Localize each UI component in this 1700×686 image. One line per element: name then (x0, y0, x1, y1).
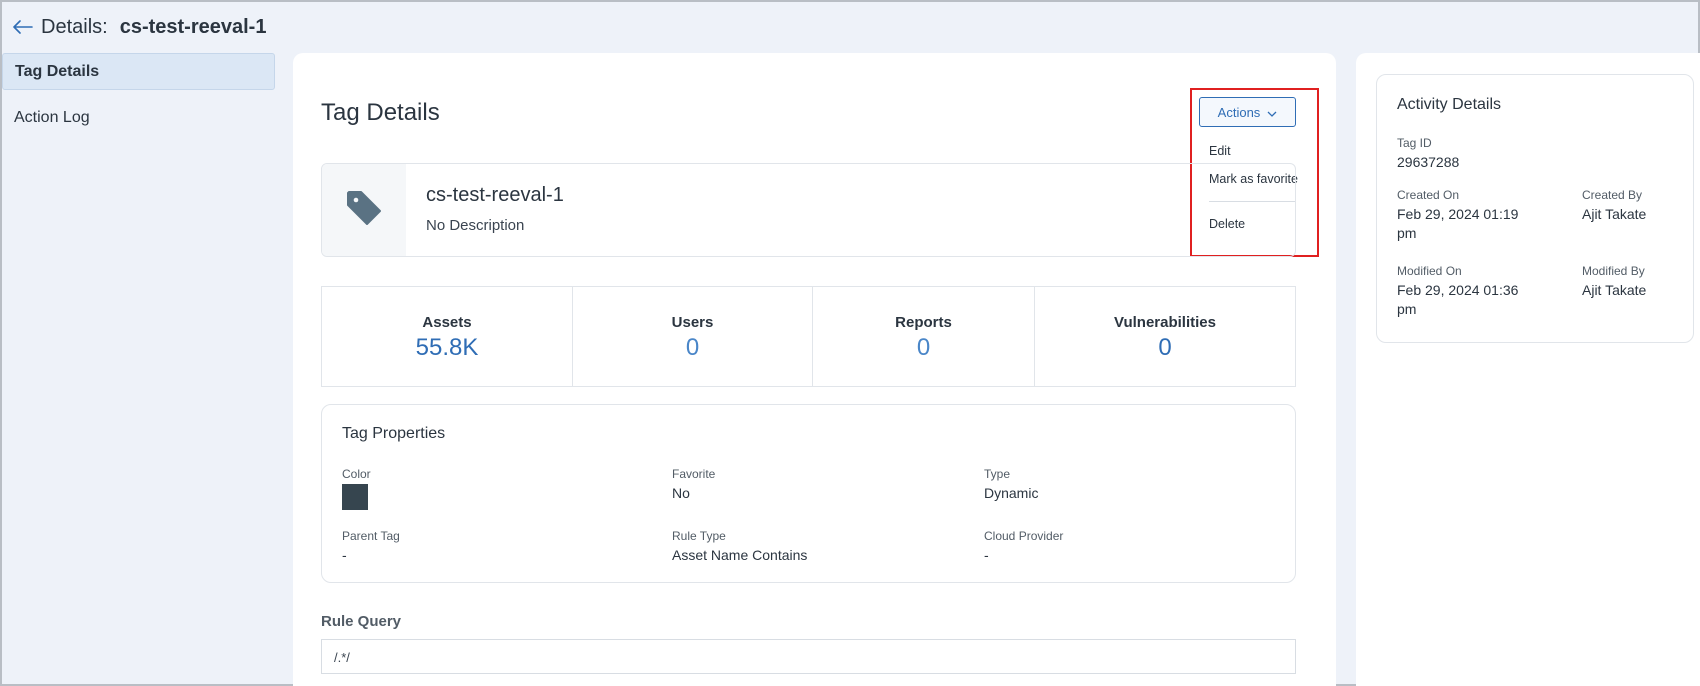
sidebar-item-tag-details[interactable]: Tag Details (2, 53, 275, 90)
prop-cloud-provider: Cloud Provider - (984, 529, 1063, 563)
activity-created-on: Created On Feb 29, 2024 01:19 pm (1397, 188, 1537, 243)
act-label: Modified By (1582, 264, 1645, 278)
act-value: Ajit Takate (1582, 206, 1647, 222)
tag-properties-card: Tag Properties Color Favorite No Type Dy… (321, 404, 1296, 583)
page-header: Details: cs-test-reeval-1 (13, 12, 266, 42)
stat-value[interactable]: 0 (1158, 334, 1171, 362)
prop-color: Color (342, 467, 371, 510)
properties-title: Tag Properties (342, 425, 446, 442)
stat-vulnerabilities[interactable]: Vulnerabilities 0 (1035, 287, 1295, 386)
actions-button-label: Actions (1217, 104, 1261, 120)
prop-label: Favorite (672, 467, 716, 481)
tag-icon-container (322, 164, 406, 256)
main-panel: Tag Details Actions Edit Mark as favorit… (293, 53, 1336, 686)
activity-panel: Activity Details Tag ID 29637288 Created… (1356, 53, 1700, 686)
activity-modified-on: Modified On Feb 29, 2024 01:36 pm (1397, 264, 1537, 319)
stat-label: Users (671, 314, 714, 331)
activity-details-card: Activity Details Tag ID 29637288 Created… (1376, 74, 1694, 343)
tag-icon (345, 189, 383, 232)
prop-label: Cloud Provider (984, 529, 1064, 543)
prop-type: Type Dynamic (984, 467, 1038, 501)
stat-reports[interactable]: Reports 0 (813, 287, 1035, 386)
prop-value: Dynamic (984, 485, 1039, 501)
act-label: Tag ID (1397, 136, 1432, 150)
prop-label: Rule Type (672, 529, 726, 543)
tag-description: No Description (426, 217, 525, 234)
act-value: Feb 29, 2024 01:19 pm (1397, 206, 1519, 241)
stat-assets[interactable]: Assets 55.8K (322, 287, 573, 386)
act-label: Modified On (1397, 264, 1462, 278)
act-label: Created On (1397, 188, 1460, 202)
arrow-left-icon[interactable] (13, 17, 33, 37)
header-label: Details: (41, 15, 108, 38)
act-value: Feb 29, 2024 01:36 pm (1397, 282, 1519, 317)
sidebar-item-action-log[interactable]: Action Log (2, 99, 275, 136)
actions-button[interactable]: Actions (1199, 97, 1296, 127)
tag-stats: Assets 55.8K Users 0 Reports 0 Vulnerabi… (321, 286, 1296, 387)
prop-favorite: Favorite No (672, 467, 715, 501)
stat-users[interactable]: Users 0 (573, 287, 813, 386)
stat-value[interactable]: 0 (917, 334, 930, 362)
stat-label: Vulnerabilities (1114, 314, 1216, 331)
chevron-down-icon (1267, 105, 1277, 120)
section-title: Tag Details (321, 99, 440, 126)
stat-value[interactable]: 55.8K (416, 334, 479, 362)
prop-rule-type: Rule Type Asset Name Contains (672, 529, 807, 563)
prop-value: Asset Name Contains (672, 547, 808, 563)
act-value: Ajit Takate (1582, 282, 1647, 298)
activity-modified-by: Modified By Ajit Takate (1582, 264, 1692, 300)
activity-tag-id: Tag ID 29637288 (1397, 136, 1557, 172)
act-value: 29637288 (1397, 154, 1460, 170)
activity-title: Activity Details (1397, 96, 1502, 113)
prop-label: Color (342, 467, 371, 481)
prop-value: No (672, 485, 690, 501)
sidebar: Tag Details Action Log (2, 53, 275, 145)
color-swatch (342, 484, 368, 510)
activity-created-by: Created By Ajit Takate (1582, 188, 1692, 224)
rule-query-title: Rule Query (321, 613, 402, 630)
prop-parent-tag: Parent Tag - (342, 529, 400, 563)
prop-value: - (984, 547, 989, 563)
stat-label: Assets (422, 314, 472, 331)
act-label: Created By (1582, 188, 1643, 202)
menu-item-edit[interactable]: Edit (1195, 137, 1306, 165)
page-title: cs-test-reeval-1 (119, 15, 267, 38)
rule-query-field: /.*/ (321, 639, 1296, 674)
prop-label: Parent Tag (342, 529, 400, 543)
tag-name: cs-test-reeval-1 (426, 184, 564, 206)
stat-value[interactable]: 0 (686, 334, 699, 362)
prop-label: Type (984, 467, 1011, 481)
stat-label: Reports (895, 314, 952, 331)
prop-value: - (342, 547, 347, 563)
tag-summary-card: cs-test-reeval-1 No Description (321, 163, 1296, 257)
